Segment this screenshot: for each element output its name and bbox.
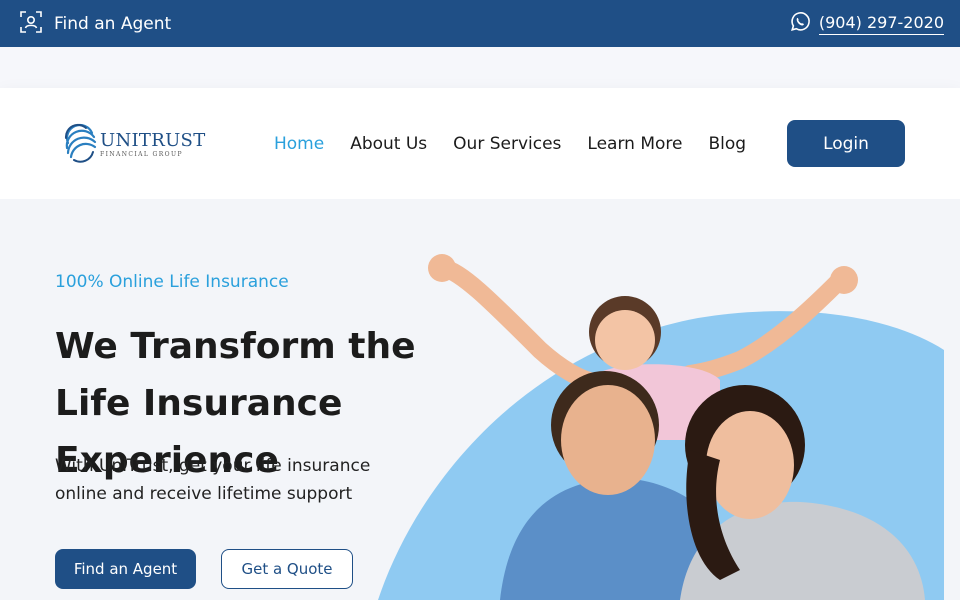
nav-item-about-us[interactable]: About Us bbox=[350, 134, 427, 154]
get-quote-button[interactable]: Get a Quote bbox=[221, 549, 353, 589]
site-header: UNITRUST FINANCIAL GROUP Home About Us O… bbox=[0, 88, 960, 199]
nav-item-our-services[interactable]: Our Services bbox=[453, 134, 561, 154]
find-agent-label: Find an Agent bbox=[54, 13, 172, 34]
hero-subtext: With UniTrust, get your life insurance o… bbox=[55, 456, 371, 504]
main-nav: Home About Us Our Services Learn More Bl… bbox=[274, 88, 746, 199]
find-agent-link[interactable]: Find an Agent bbox=[20, 10, 172, 37]
phone-link[interactable]: (904) 297-2020 bbox=[818, 13, 944, 35]
find-agent-button[interactable]: Find an Agent bbox=[55, 549, 196, 589]
nav-item-home[interactable]: Home bbox=[274, 134, 324, 154]
phone-contact: (904) 297-2020 bbox=[789, 11, 944, 37]
logo[interactable]: UNITRUST FINANCIAL GROUP bbox=[62, 123, 205, 167]
top-bar: Find an Agent (904) 297-2020 bbox=[0, 0, 960, 47]
logo-wordmark: UNITRUST bbox=[100, 130, 206, 151]
person-scan-icon bbox=[20, 10, 42, 37]
nav-item-blog[interactable]: Blog bbox=[708, 134, 746, 154]
logo-subtitle: FINANCIAL GROUP bbox=[100, 151, 183, 158]
login-button[interactable]: Login bbox=[787, 120, 905, 167]
family-photo bbox=[428, 254, 925, 600]
nav-item-learn-more[interactable]: Learn More bbox=[587, 134, 682, 154]
whatsapp-icon bbox=[789, 11, 811, 37]
spacer-strip bbox=[0, 47, 960, 88]
hero-eyebrow: 100% Online Life Insurance bbox=[55, 272, 289, 292]
logo-swirl-icon bbox=[62, 123, 98, 167]
